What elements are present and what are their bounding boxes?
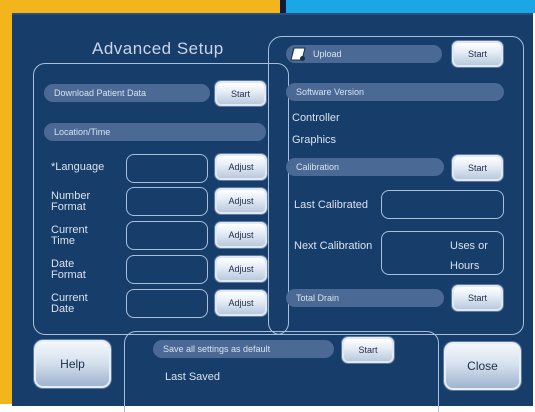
save-default-start-button[interactable]: Start bbox=[342, 337, 394, 363]
next-calibration-field bbox=[381, 231, 504, 275]
current-date-adjust-button[interactable]: Adjust bbox=[215, 290, 267, 316]
language-label: *Language bbox=[51, 161, 105, 173]
top-accent-yellow bbox=[0, 0, 280, 13]
uses-or-label: Uses or bbox=[450, 240, 488, 252]
controller-label: Controller bbox=[292, 112, 340, 124]
number-format-label: Number Format bbox=[51, 191, 90, 213]
language-adjust-button[interactable]: Adjust bbox=[215, 154, 267, 180]
upload-label: Upload bbox=[286, 45, 442, 63]
last-calibrated-field bbox=[381, 190, 504, 219]
current-date-label-line2: Date bbox=[51, 303, 75, 315]
download-start-button[interactable]: Start bbox=[215, 81, 266, 106]
date-format-label-line2: Format bbox=[51, 269, 86, 281]
date-format-adjust-button[interactable]: Adjust bbox=[215, 256, 267, 282]
page-title: Advanced Setup bbox=[92, 39, 224, 58]
setup-window: Advanced Setup Download Patient Data Sta… bbox=[12, 13, 533, 412]
current-time-adjust-button[interactable]: Adjust bbox=[215, 222, 267, 248]
current-time-label: Current Time bbox=[51, 225, 88, 247]
calibration-header: Calibration bbox=[286, 158, 444, 176]
save-default-label: Save all settings as default bbox=[153, 340, 334, 358]
date-format-field[interactable] bbox=[126, 255, 208, 284]
close-button[interactable]: Close bbox=[444, 342, 521, 390]
upload-label-text: Upload bbox=[313, 49, 342, 59]
date-format-label: Date Format bbox=[51, 259, 86, 281]
download-patient-data-label: Download Patient Data bbox=[44, 84, 210, 102]
current-time-field[interactable] bbox=[126, 221, 208, 250]
upload-start-button[interactable]: Start bbox=[452, 41, 503, 67]
total-drain-header: Total Drain bbox=[286, 289, 444, 307]
next-calibration-label: Next Calibration bbox=[294, 240, 373, 252]
hours-label: Hours bbox=[450, 260, 480, 272]
left-accent-strip bbox=[0, 13, 12, 404]
last-saved-label: Last Saved bbox=[165, 371, 221, 383]
current-date-field[interactable] bbox=[126, 289, 208, 318]
top-accent-blue bbox=[286, 0, 535, 13]
upload-icon bbox=[290, 47, 306, 61]
total-drain-start-button[interactable]: Start bbox=[452, 285, 503, 311]
location-time-header: Location/Time bbox=[44, 123, 266, 141]
graphics-label: Graphics bbox=[292, 134, 337, 146]
help-button[interactable]: Help bbox=[34, 340, 111, 388]
calibration-start-button[interactable]: Start bbox=[452, 155, 503, 181]
software-version-header: Software Version bbox=[286, 83, 504, 101]
last-calibrated-label: Last Calibrated bbox=[294, 199, 368, 211]
number-format-label-line2: Format bbox=[51, 201, 86, 213]
number-format-field[interactable] bbox=[126, 187, 208, 216]
language-field[interactable] bbox=[126, 154, 208, 183]
current-time-label-line2: Time bbox=[51, 235, 76, 247]
number-format-adjust-button[interactable]: Adjust bbox=[215, 188, 267, 214]
current-date-label: Current Date bbox=[51, 293, 88, 315]
